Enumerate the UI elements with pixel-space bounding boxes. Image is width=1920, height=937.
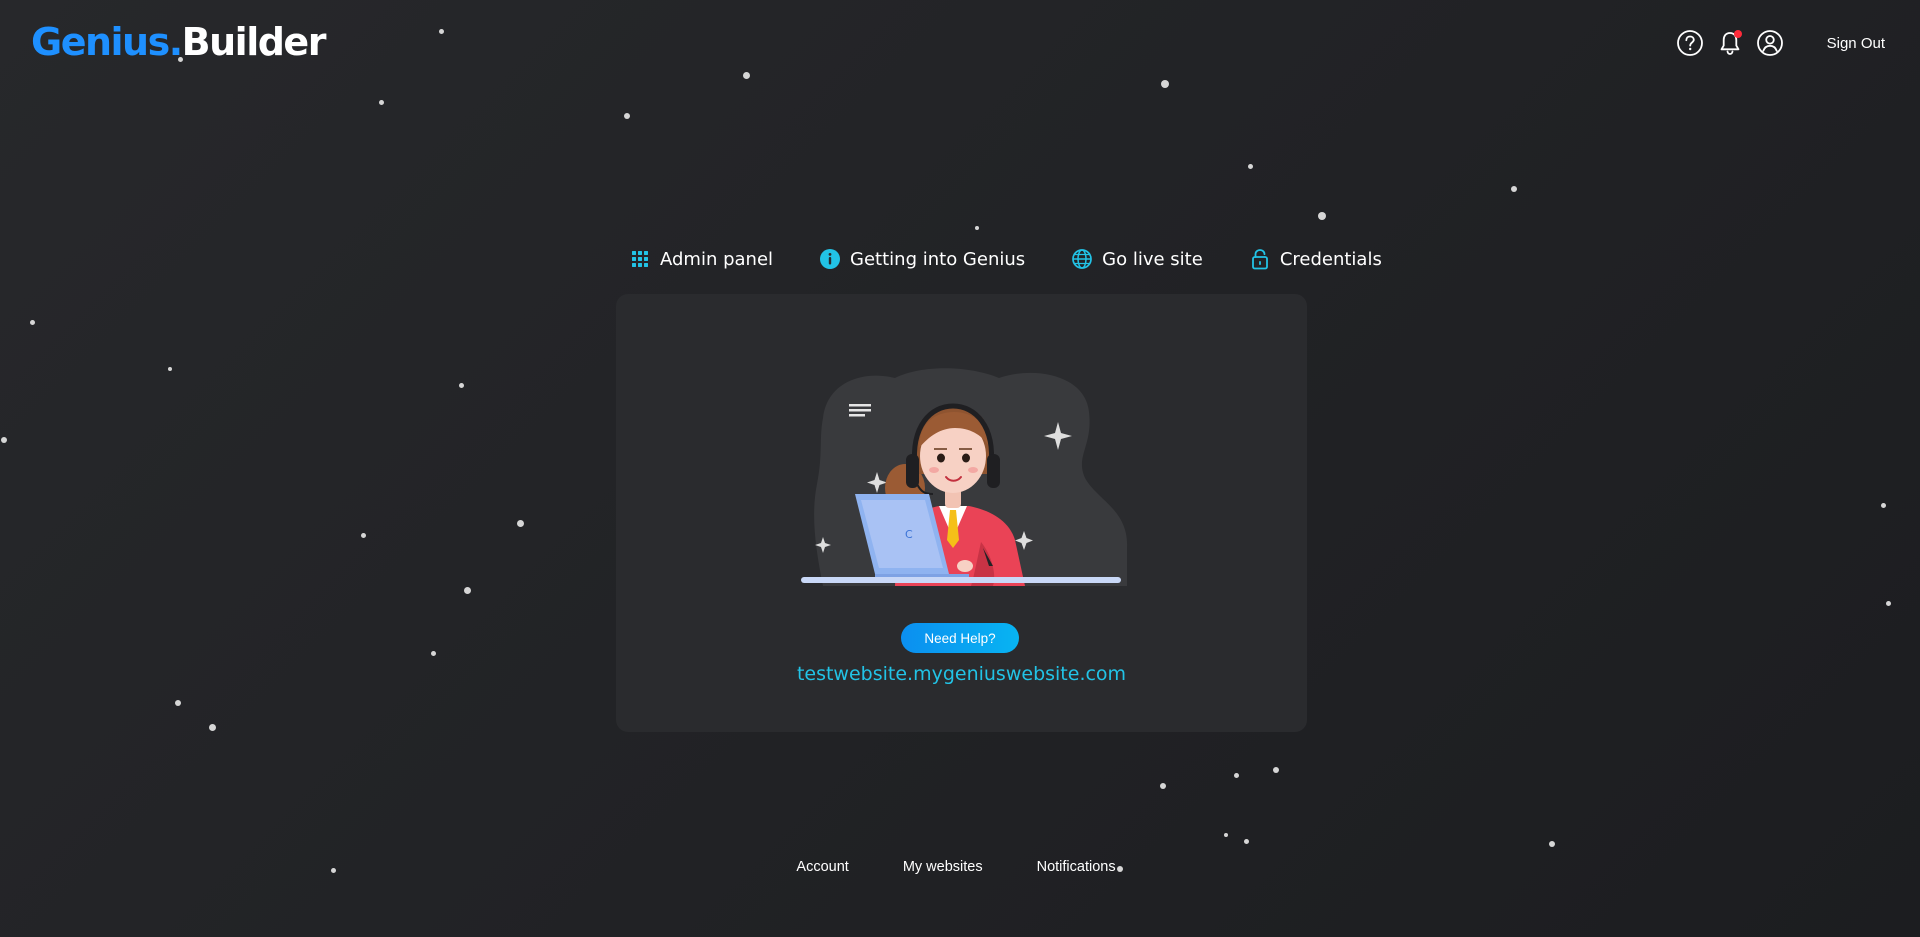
tab-credentials[interactable]: Credentials (1237, 248, 1382, 270)
star-decoration (975, 226, 979, 230)
notification-badge (1733, 30, 1742, 38)
info-icon (819, 248, 841, 270)
star-decoration (1, 437, 7, 443)
website-card: C Need Help? testwebsite.mygeniuswebsite… (616, 294, 1307, 732)
footer-links: Account My websites Notifications (769, 859, 1142, 875)
main-tabs: Admin panel Getting into Genius Go live … (617, 238, 1382, 280)
star-decoration (1886, 601, 1891, 606)
footer-nav: Account My websites Notifications (0, 859, 1920, 875)
need-help-button[interactable]: Need Help? (901, 623, 1019, 653)
star-decoration (379, 100, 384, 105)
footer-link-account[interactable]: Account (796, 859, 848, 875)
support-agent-illustration: C (801, 368, 1128, 586)
logo-text-genius: Genius (31, 20, 170, 64)
star-decoration (459, 383, 464, 388)
sign-out-button[interactable]: Sign Out (1827, 35, 1885, 52)
star-decoration (1224, 833, 1228, 837)
star-decoration (743, 72, 750, 79)
tab-label: Credentials (1279, 248, 1382, 270)
star-decoration (439, 29, 444, 34)
tab-label: Admin panel (660, 248, 774, 270)
notifications-button[interactable] (1715, 28, 1745, 58)
star-decoration (168, 367, 172, 371)
help-button[interactable] (1675, 28, 1705, 58)
logo-text-builder: Builder (181, 20, 327, 64)
star-decoration (1318, 212, 1326, 220)
star-decoration (209, 724, 216, 731)
star-decoration (361, 533, 366, 538)
star-decoration (1244, 839, 1249, 844)
star-decoration (1161, 80, 1169, 88)
genius-builder-logo[interactable]: Genius.Builder (31, 18, 327, 66)
star-decoration (431, 651, 436, 656)
star-decoration (1160, 783, 1166, 789)
globe-icon (1071, 248, 1093, 270)
profile-button[interactable] (1755, 28, 1785, 58)
website-url-link[interactable]: testwebsite.mygeniuswebsite.com (616, 663, 1307, 685)
laptop-logo-icon: C (905, 528, 913, 541)
lock-icon (1249, 248, 1271, 270)
star-decoration (1511, 186, 1517, 192)
star-decoration (175, 700, 181, 706)
star-decoration (1273, 767, 1279, 773)
tab-go-live-site[interactable]: Go live site (1059, 248, 1203, 270)
tab-getting-into-genius[interactable]: Getting into Genius (807, 248, 1025, 270)
tab-label: Getting into Genius (850, 248, 1026, 270)
star-decoration (464, 587, 471, 594)
star-decoration (1248, 164, 1253, 169)
star-decoration (1234, 773, 1239, 778)
star-decoration (517, 520, 524, 527)
tab-admin-panel[interactable]: Admin panel (617, 248, 773, 270)
tab-label: Go live site (1102, 248, 1203, 270)
user-icon (1756, 30, 1783, 56)
logo-text-dot: . (168, 20, 183, 64)
help-icon (1676, 30, 1703, 56)
star-decoration (1549, 841, 1555, 847)
footer-link-my-websites[interactable]: My websites (903, 859, 983, 875)
grid-icon (629, 248, 651, 270)
star-decoration (30, 320, 35, 325)
footer-link-notifications[interactable]: Notifications (1037, 859, 1116, 875)
star-decoration (624, 113, 630, 119)
star-decoration (1881, 503, 1886, 508)
header-actions: Sign Out (1665, 28, 1885, 58)
